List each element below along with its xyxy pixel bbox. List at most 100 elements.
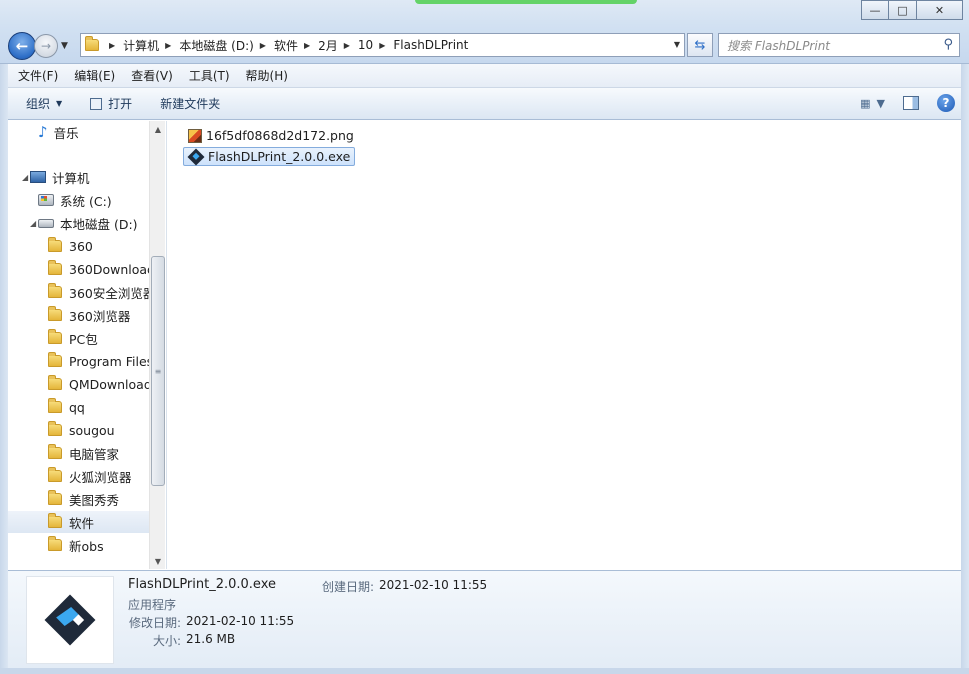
menu-tools[interactable]: 工具(T) <box>181 67 238 84</box>
breadcrumb-flashdlprint[interactable]: FlashDLPrint <box>393 38 468 52</box>
command-bar: 组织 ▼ 打开 新建文件夹 ▦ ▼ ? <box>0 88 969 120</box>
arrow-right-icon: → <box>40 39 52 53</box>
nav-label: 360Download <box>69 261 149 277</box>
forward-button[interactable]: → <box>34 34 58 58</box>
breadcrumb-drive-d[interactable]: 本地磁盘 (D:) ▶ <box>179 37 274 54</box>
window-border-left <box>0 64 8 674</box>
folder-icon <box>48 237 62 252</box>
refresh-icon: ⇆ <box>694 37 706 53</box>
nav-item-drive-d[interactable]: 本地磁盘 (D:) <box>38 212 138 234</box>
breadcrumb-label: 2月 <box>318 38 338 53</box>
chevron-right-icon: ▶ <box>109 40 116 50</box>
organize-label: 组织 <box>26 97 51 111</box>
nav-item-music[interactable]: ♪ 音乐 <box>38 121 79 143</box>
nav-folder-item[interactable]: 360安全浏览器 <box>48 281 149 303</box>
nav-label: 美图秀秀 <box>69 492 120 508</box>
nav-label: 新obs <box>69 538 104 554</box>
address-dropdown-icon[interactable]: ▼ <box>674 40 680 49</box>
breadcrumb-10[interactable]: 10 ▶ <box>358 38 393 52</box>
scroll-up-icon[interactable]: ▲ <box>150 121 166 137</box>
maximize-button[interactable]: □ <box>889 0 917 20</box>
file-name: FlashDLPrint_2.0.0.exe <box>208 149 351 164</box>
search-placeholder: 搜索 FlashDLPrint <box>727 38 831 53</box>
breadcrumb-separator[interactable]: ▶ <box>103 41 123 50</box>
breadcrumb-label: 软件 <box>273 38 298 53</box>
nav-folder-item[interactable]: 新obs <box>48 534 104 556</box>
nav-buttons: ← → ▼ <box>8 32 73 60</box>
chevron-down-icon: ▼ <box>876 96 885 110</box>
menu-edit[interactable]: 编辑(E) <box>66 67 123 84</box>
new-folder-button[interactable]: 新建文件夹 <box>150 91 230 116</box>
nav-folder-item[interactable]: 360Download <box>48 258 149 280</box>
menu-view[interactable]: 查看(V) <box>123 67 181 84</box>
nav-label: QMDownload <box>69 376 149 392</box>
address-bar[interactable]: ▶ 计算机 ▶ 本地磁盘 (D:) ▶ 软件 ▶ 2月 ▶ 10 ▶ FlashDLPri… <box>80 33 685 57</box>
breadcrumb-february[interactable]: 2月 ▶ <box>318 37 358 54</box>
expand-arrow-icon[interactable]: ◢ <box>22 173 28 182</box>
file-item-selected[interactable]: FlashDLPrint_2.0.0.exe <box>183 147 356 166</box>
nav-item-drive-c[interactable]: 系统 (C:) <box>38 189 112 211</box>
file-item[interactable]: 16f5df0868d2d172.png <box>185 126 358 145</box>
close-button[interactable]: ✕ <box>917 0 963 20</box>
nav-folder-item[interactable]: 360 <box>48 235 93 257</box>
hard-drive-icon <box>38 218 54 228</box>
nav-folder-item-selected[interactable]: 软件 <box>8 511 149 533</box>
nav-folder-item[interactable]: 美图秀秀 <box>48 488 119 510</box>
new-folder-label: 新建文件夹 <box>160 97 221 111</box>
music-note-icon: ♪ <box>38 123 48 141</box>
search-input[interactable]: 搜索 FlashDLPrint ⚲ <box>718 33 960 57</box>
nav-label: 电脑管家 <box>69 446 120 462</box>
back-button[interactable]: ← <box>8 32 36 60</box>
windows-drive-icon <box>38 194 54 206</box>
folder-icon <box>48 306 62 321</box>
file-thumbnail <box>26 576 114 664</box>
file-name: 16f5df0868d2d172.png <box>206 128 354 143</box>
details-pane: FlashDLPrint_2.0.0.exe 应用程序 修改日期: 2021-0… <box>8 570 961 668</box>
help-icon[interactable]: ? <box>937 94 955 112</box>
open-button[interactable]: 打开 <box>80 91 142 116</box>
details-created-label: 创建日期: <box>322 580 375 594</box>
refresh-button[interactable]: ⇆ <box>687 33 713 57</box>
details-created-value: 2021-02-10 11:55 <box>379 578 488 592</box>
nav-folder-item[interactable]: QMDownload <box>48 373 149 395</box>
title-glow <box>415 0 637 4</box>
window-controls: — □ ✕ <box>861 0 963 20</box>
open-label: 打开 <box>108 97 133 111</box>
details-file-name: FlashDLPrint_2.0.0.exe <box>128 577 276 592</box>
nav-folder-item[interactable]: Program Files <box>48 350 149 372</box>
expand-arrow-icon[interactable]: ◢ <box>30 219 36 228</box>
breadcrumb-software[interactable]: 软件 ▶ <box>274 37 318 54</box>
scroll-down-icon[interactable]: ▼ <box>150 553 166 569</box>
preview-pane-icon[interactable] <box>903 96 919 110</box>
organize-button[interactable]: 组织 ▼ <box>16 91 72 116</box>
nav-folder-item[interactable]: sougou <box>48 419 115 441</box>
nav-folder-item[interactable]: 360浏览器 <box>48 304 130 326</box>
details-size-value: 21.6 MB <box>186 632 236 646</box>
nav-label: 本地磁盘 (D:) <box>60 216 138 232</box>
scrollbar-thumb[interactable]: ≡ <box>151 256 165 486</box>
folder-icon <box>48 375 62 390</box>
details-modified-label: 修改日期: <box>129 616 182 630</box>
breadcrumb-computer[interactable]: 计算机 ▶ <box>123 37 179 54</box>
history-dropdown-icon[interactable]: ▼ <box>61 41 73 51</box>
menu-file[interactable]: 文件(F) <box>10 67 66 84</box>
minimize-button[interactable]: — <box>861 0 889 20</box>
change-view-button[interactable]: ▦ ▼ <box>860 97 885 110</box>
chevron-right-icon: ▶ <box>165 40 172 50</box>
nav-label: 软件 <box>69 515 95 531</box>
menu-help[interactable]: 帮助(H) <box>238 67 296 84</box>
file-list: 16f5df0868d2d172.png FlashDLPrint_2.0.0.… <box>166 121 961 569</box>
chevron-right-icon: ▶ <box>379 40 386 50</box>
nav-folder-item[interactable]: PC包 <box>48 327 98 349</box>
nav-folder-item[interactable]: qq <box>48 396 85 418</box>
nav-label: 360浏览器 <box>69 308 131 324</box>
nav-folder-item[interactable]: 火狐浏览器 <box>48 465 132 487</box>
nav-folder-item[interactable]: 电脑管家 <box>48 442 119 464</box>
search-icon[interactable]: ⚲ <box>943 37 953 52</box>
navigation-scrollbar[interactable]: ▲ ≡ ▼ <box>149 121 165 569</box>
nav-label: 音乐 <box>53 125 79 141</box>
nav-item-computer[interactable]: 计算机 <box>30 166 90 188</box>
nav-label: 火狐浏览器 <box>69 469 132 485</box>
breadcrumb-label: 10 <box>357 38 374 52</box>
folder-icon <box>48 444 62 459</box>
